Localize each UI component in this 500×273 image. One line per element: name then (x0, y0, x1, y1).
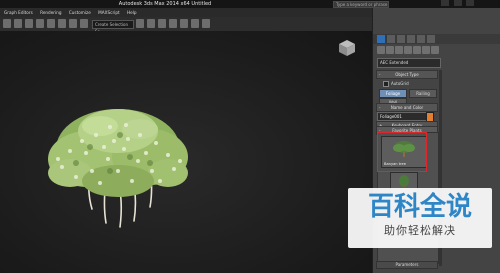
menu-help[interactable]: Help (127, 10, 137, 15)
name-and-color-rollout[interactable]: - Name and Color (376, 103, 438, 112)
minimize-button[interactable] (441, 0, 449, 6)
close-button[interactable] (466, 0, 475, 6)
command-panel-tabs (373, 34, 500, 44)
banyan-tree-foliage[interactable] (0, 31, 372, 273)
systems-icon[interactable] (431, 46, 439, 54)
selection-highlight (377, 132, 427, 172)
move-icon[interactable] (25, 19, 33, 28)
create-category-icons (373, 46, 500, 55)
object-type-rollout[interactable]: - Object Type (376, 70, 438, 79)
modify-tab-icon[interactable] (387, 35, 395, 43)
geometry-icon[interactable] (377, 46, 385, 54)
window-controls (438, 0, 498, 8)
align-icon[interactable] (147, 19, 155, 28)
selection-set-dropdown[interactable]: Create Selection Se (92, 20, 134, 34)
object-name-field[interactable]: Foliage001 (377, 112, 428, 121)
space-warps-icon[interactable] (422, 46, 430, 54)
parameters-rollout[interactable]: Parameters (376, 261, 438, 269)
watermark-subtitle: 助你轻松解决 (384, 224, 456, 237)
menu-graph-editors[interactable]: Graph Editors (4, 10, 33, 15)
select-object-icon[interactable] (3, 19, 11, 28)
snap-icon[interactable] (58, 19, 66, 28)
window-title: Autodesk 3ds Max 2014 x64 Untitled (118, 1, 212, 7)
select-by-name-icon[interactable] (14, 19, 22, 28)
checkbox-box (383, 81, 389, 87)
watermark-overlay: 百科全说 助你轻松解决 (348, 188, 492, 248)
title-bar: Autodesk 3ds Max 2014 x64 Untitled Type … (0, 0, 500, 8)
material-editor-icon[interactable] (180, 19, 188, 28)
search-input[interactable]: Type a keyword or phrase (333, 1, 389, 8)
autogrid-checkbox[interactable]: AutoGrid (383, 81, 409, 87)
display-tab-icon[interactable] (417, 35, 425, 43)
perspective-viewport[interactable] (0, 31, 372, 273)
maximize-button[interactable] (453, 0, 462, 6)
menu-maxscript[interactable]: MAXScript (98, 10, 120, 15)
lights-icon[interactable] (395, 46, 403, 54)
object-type-label: Object Type (395, 72, 419, 77)
angle-snap-icon[interactable] (69, 19, 77, 28)
scale-icon[interactable] (47, 19, 55, 28)
main-toolbar: Create Selection Se (0, 17, 372, 34)
autogrid-label: AutoGrid (391, 81, 409, 86)
create-tab-icon[interactable] (377, 35, 385, 43)
helpers-icon[interactable] (413, 46, 421, 54)
rotate-icon[interactable] (36, 19, 44, 28)
shapes-icon[interactable] (386, 46, 394, 54)
name-and-color-label: Name and Color (390, 105, 424, 110)
category-dropdown[interactable]: AEC Extended (377, 58, 441, 68)
cameras-icon[interactable] (404, 46, 412, 54)
utilities-tab-icon[interactable] (427, 35, 435, 43)
mirror-icon[interactable] (136, 19, 144, 28)
percent-snap-icon[interactable] (80, 19, 88, 28)
foliage-button[interactable]: Foliage (379, 89, 407, 98)
menu-bar: Graph Editors Rendering Customize MAXScr… (0, 8, 372, 17)
watermark-title: 百科全说 (367, 192, 472, 222)
render-setup-icon[interactable] (191, 19, 199, 28)
parameters-label: Parameters (395, 262, 419, 267)
railing-button[interactable]: Railing (409, 89, 437, 98)
menu-customize[interactable]: Customize (69, 10, 91, 15)
curve-editor-icon[interactable] (169, 19, 177, 28)
menu-rendering[interactable]: Rendering (40, 10, 61, 15)
hierarchy-tab-icon[interactable] (397, 35, 405, 43)
motion-tab-icon[interactable] (407, 35, 415, 43)
layer-manager-icon[interactable] (158, 19, 166, 28)
render-icon[interactable] (202, 19, 210, 28)
